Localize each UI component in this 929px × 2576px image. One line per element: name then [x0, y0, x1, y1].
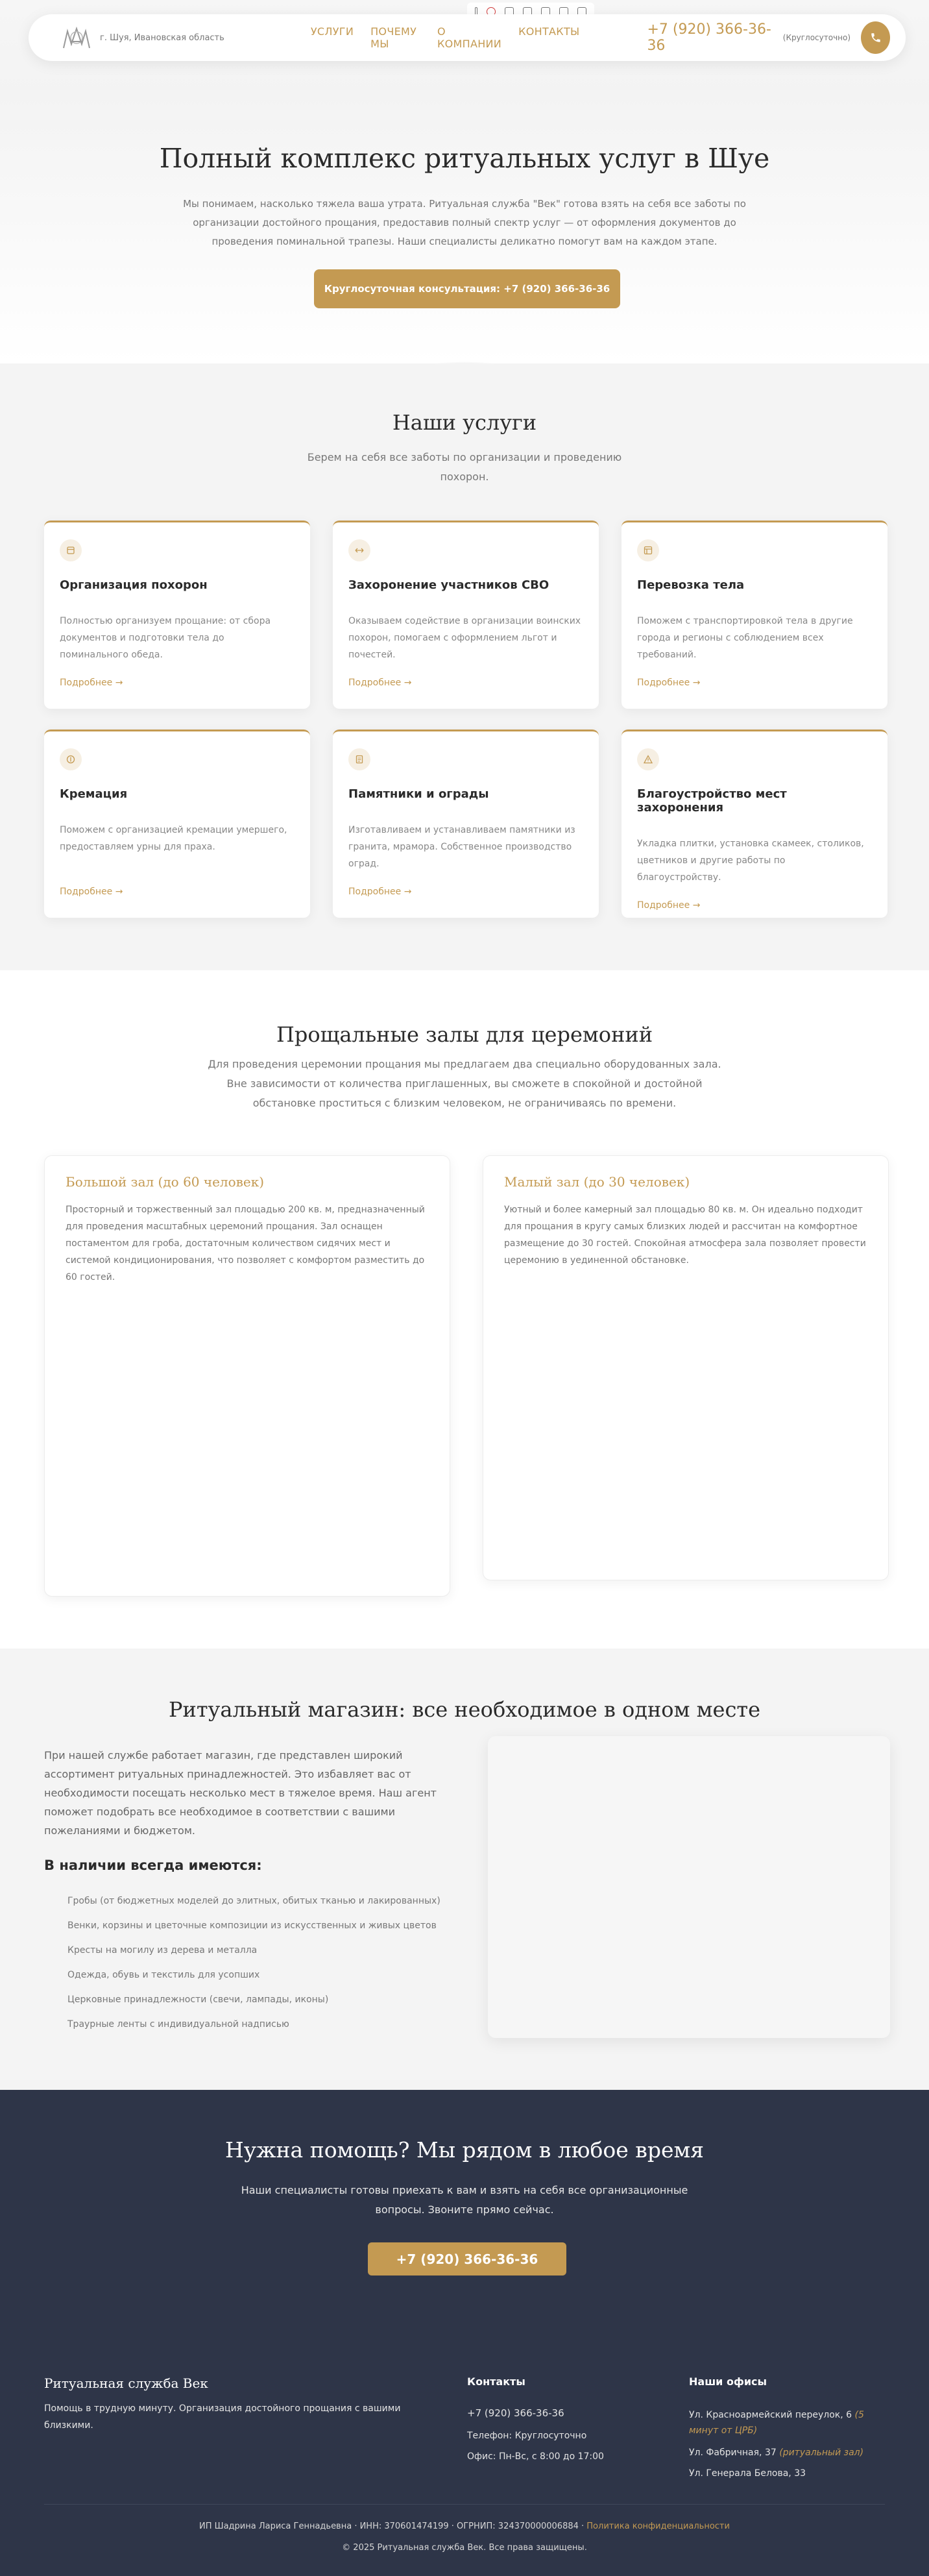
coffin-icon — [60, 539, 82, 561]
services-title: Наши услуги — [392, 410, 537, 435]
service-title: Памятники и ограды — [348, 787, 489, 801]
main-nav: УСЛУГИ ПОЧЕМУ МЫ О КОМПАНИИ КОНТАКТЫ — [311, 25, 580, 50]
service-title: Захоронение участников СВО — [348, 578, 549, 592]
service-card-landscaping[interactable]: Благоустройство мест захоронения Укладка… — [621, 730, 887, 918]
service-text: Полностью организуем прощание: от сбора … — [60, 616, 271, 660]
header-phone[interactable]: +7 (920) 366-36-36 — [647, 21, 775, 54]
footer-office: Ул. Красноармейский переулок, 6 (5 минут… — [689, 2407, 890, 2438]
shop-list-item: Кресты на могилу из дерева и металла — [67, 1945, 258, 1956]
footer-phone-hours: Телефон: Круглосуточно — [467, 2431, 587, 2441]
service-more-link[interactable]: Подробнее → — [637, 900, 872, 911]
footer-brand-text: Помощь в трудную минуту. Организация дос… — [44, 2403, 401, 2431]
phone-icon — [871, 33, 880, 42]
services-subtitle: Берем на себя все заботы по организации … — [307, 451, 622, 483]
hero-title: Полный комплекс ритуальных услуг в Шуе — [159, 143, 770, 174]
site-header: г. Шуя, Ивановская область УСЛУГИ ПОЧЕМУ… — [29, 14, 906, 61]
service-title: Благоустройство мест захоронения — [637, 787, 787, 815]
service-more-link[interactable]: Подробнее → — [348, 678, 583, 688]
cta-title: Нужна помощь? Мы рядом в любое время — [224, 2137, 704, 2163]
service-card-funeral[interactable]: Организация похорон Полностью организуем… — [44, 521, 310, 709]
shop-text: При нашей службе работает магазин, где п… — [44, 1749, 437, 1837]
service-card-transport[interactable]: Перевозка тела Поможем с транспортировко… — [621, 521, 887, 709]
footer-brand: Ритуальная служба Век — [44, 2375, 208, 2391]
small-hall-text: Уютный и более камерный зал площадью 80 … — [504, 1205, 866, 1266]
footer-brand-column: Ритуальная служба Век Помощь в трудную м… — [44, 2375, 420, 2434]
service-card-cremation[interactable]: Кремация Поможем с организацией кремации… — [44, 730, 310, 918]
shop-list-item: Одежда, обувь и текстиль для усопших — [67, 1970, 260, 1980]
footer-contacts-title: Контакты — [467, 2375, 525, 2388]
privacy-link[interactable]: Политика конфиденциальности — [586, 2521, 730, 2531]
service-more-link[interactable]: Подробнее → — [348, 887, 583, 897]
header-city: г. Шуя, Ивановская область — [100, 32, 224, 43]
service-title: Кремация — [60, 787, 128, 801]
nav-why-us[interactable]: ПОЧЕМУ МЫ — [370, 25, 420, 50]
big-hall-text: Просторный и торжественный зал площадью … — [66, 1205, 425, 1282]
footer-offices-title: Наши офисы — [689, 2375, 767, 2388]
shop-image — [488, 1736, 890, 2038]
service-title: Перевозка тела — [637, 578, 745, 592]
footer-office: Ул. Фабричная, 37 (ритуальный зал) — [689, 2447, 890, 2458]
header-phone-note: (Круглосуточно) — [782, 33, 851, 42]
service-more-link[interactable]: Подробнее → — [60, 887, 295, 897]
office-address: Ул. Фабричная, 37 — [689, 2447, 777, 2458]
service-text: Оказываем содействие в организации воинс… — [348, 616, 581, 660]
shop-list-item: Гробы (от бюджетных моделей до элитных, … — [67, 1896, 440, 1906]
service-title: Организация похорон — [60, 578, 208, 592]
service-card-svo[interactable]: Захоронение участников СВО Оказываем сод… — [333, 521, 599, 709]
shop-list: Гробы (от бюджетных моделей до элитных, … — [67, 1889, 470, 2037]
legal-text: ИП Шадрина Лариса Геннадьевна · ИНН: 370… — [199, 2521, 585, 2531]
office-address: Ул. Генерала Белова, 33 — [689, 2468, 806, 2479]
footer-divider — [44, 2504, 885, 2505]
copyright: © 2025 Ритуальная служба Век. Все права … — [342, 2543, 587, 2553]
nav-about[interactable]: О КОМПАНИИ — [437, 25, 501, 50]
shop-list-item: Венки, корзины и цветочные композиции из… — [67, 1920, 437, 1931]
office-address: Ул. Красноармейский переулок, 6 — [689, 2410, 852, 2420]
arrows-icon — [348, 539, 370, 561]
landscaping-icon — [637, 748, 659, 770]
halls-title: Прощальные залы для церемоний — [276, 1022, 653, 1047]
big-hall-card[interactable]: Большой зал (до 60 человек) Просторный и… — [44, 1155, 450, 1597]
logo[interactable] — [61, 23, 92, 52]
nav-contacts[interactable]: КОНТАКТЫ — [518, 25, 579, 50]
monument-icon — [348, 748, 370, 770]
shop-list-title: В наличии всегда имеются: — [44, 1858, 262, 1873]
footer-legal: ИП Шадрина Лариса Геннадьевна · ИНН: 370… — [0, 2521, 929, 2531]
cta-text: Наши специалисты готовы приехать к вам и… — [241, 2184, 688, 2216]
footer-offices-column: Наши офисы Ул. Красноармейский переулок,… — [689, 2375, 890, 2479]
service-text: Изготавливаем и устанавливаем памятники … — [348, 825, 575, 869]
shop-list-item: Траурные ленты с индивидуальной надписью — [67, 2019, 289, 2030]
halls-subtitle: Для проведения церемонии прощания мы пре… — [208, 1058, 721, 1109]
office-note: (ритуальный зал) — [779, 2447, 864, 2458]
cta-phone-button[interactable]: +7 (920) 366-36-36 — [368, 2242, 566, 2275]
consultation-button[interactable]: Круглосуточная консультация: +7 (920) 36… — [314, 269, 620, 308]
service-text: Поможем с транспортировкой тела в другие… — [637, 616, 853, 660]
small-hall-card[interactable]: Малый зал (до 30 человек) Уютный и более… — [483, 1155, 889, 1580]
cta-footer-section: Нужна помощь? Мы рядом в любое время Наш… — [0, 2090, 929, 2576]
service-more-link[interactable]: Подробнее → — [60, 678, 295, 688]
halls-section: Прощальные залы для церемоний Для провед… — [0, 970, 929, 1649]
shop-title: Ритуальный магазин: все необходимое в од… — [168, 1697, 761, 1722]
shop-list-item: Церковные принадлежности (свечи, лампады… — [67, 1994, 329, 2005]
big-hall-title: Большой зал (до 60 человек) — [66, 1174, 265, 1190]
shop-section: Ритуальный магазин: все необходимое в од… — [0, 1649, 929, 2090]
service-more-link[interactable]: Подробнее → — [637, 678, 872, 688]
footer-phone[interactable]: +7 (920) 366-36-36 — [467, 2407, 649, 2419]
footer-contacts-column: Контакты +7 (920) 366-36-36 Телефон: Кру… — [467, 2375, 649, 2462]
nav-services[interactable]: УСЛУГИ — [311, 25, 354, 50]
services-section: Наши услуги Берем на себя все заботы по … — [0, 363, 929, 970]
hero-section: Полный комплекс ритуальных услуг в Шуе М… — [0, 94, 929, 371]
service-card-monuments[interactable]: Памятники и ограды Изготавливаем и устан… — [333, 730, 599, 918]
hero-text: Мы понимаем, насколько тяжела ваша утрат… — [183, 198, 746, 247]
service-text: Поможем с организацией кремации умершего… — [60, 825, 287, 852]
footer-office-hours: Офис: Пн-Вс, с 8:00 до 17:00 — [467, 2451, 604, 2462]
urn-icon — [60, 748, 82, 770]
footer-office: Ул. Генерала Белова, 33 — [689, 2468, 890, 2479]
call-button[interactable] — [861, 21, 890, 54]
transport-icon — [637, 539, 659, 561]
small-hall-title: Малый зал (до 30 человек) — [504, 1174, 690, 1190]
service-text: Укладка плитки, установка скамеек, столи… — [637, 839, 864, 883]
